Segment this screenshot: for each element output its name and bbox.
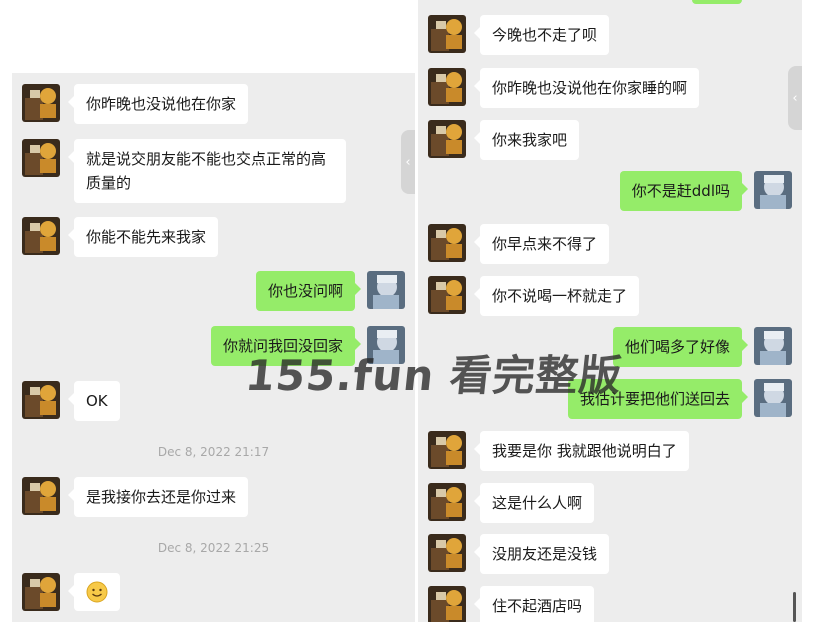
outgoing-message-bubble[interactable]: 他们喝多了好像 — [612, 327, 749, 367]
message-row: 你昨晚也没说他在你家 — [22, 84, 249, 124]
outgoing-message-bubble[interactable]: 你不是赶ddl吗 — [619, 171, 749, 211]
message-row: 就是说交朋友能不能也交点正常的高质量的 — [22, 139, 346, 203]
incoming-emoji-bubble[interactable] — [68, 573, 120, 611]
my-avatar[interactable] — [754, 379, 792, 417]
timestamp: Dec 8, 2022 21:17 — [157, 445, 270, 459]
contact-avatar[interactable] — [428, 586, 466, 622]
chevron-left-icon: ‹ — [405, 154, 411, 170]
incoming-message-bubble[interactable]: 你来我家吧 — [473, 120, 580, 160]
contact-avatar[interactable] — [428, 120, 466, 158]
contact-avatar[interactable] — [428, 224, 466, 262]
message-row: 没朋友还是没钱 — [428, 534, 610, 574]
my-avatar[interactable] — [367, 271, 405, 309]
contact-avatar[interactable] — [22, 217, 60, 255]
message-row: 你早点来不得了 — [428, 224, 610, 264]
incoming-message-bubble[interactable]: 这是什么人啊 — [473, 483, 595, 523]
incoming-message-bubble[interactable]: 你不说喝一杯就走了 — [473, 276, 640, 316]
message-row: 你来我家吧 — [428, 120, 580, 160]
message-row: OK — [22, 381, 120, 421]
incoming-message-bubble[interactable]: 你昨晚也没说他在你家睡的啊 — [473, 68, 700, 108]
message-row: 这是什么人啊 — [428, 483, 595, 523]
contact-avatar[interactable] — [22, 573, 60, 611]
contact-avatar[interactable] — [428, 68, 466, 106]
message-row: 他们喝多了好像 — [612, 327, 792, 367]
contact-avatar[interactable] — [428, 276, 466, 314]
incoming-message-bubble[interactable]: OK — [68, 381, 120, 421]
contact-avatar[interactable] — [428, 15, 466, 53]
incoming-message-bubble[interactable]: 就是说交朋友能不能也交点正常的高质量的 — [68, 139, 346, 203]
message-row — [22, 573, 120, 611]
contact-avatar[interactable] — [22, 139, 60, 177]
collapse-tab[interactable]: ‹ — [401, 130, 415, 194]
message-row: 你也没问啊 — [255, 271, 405, 311]
chevron-left-icon: ‹ — [792, 90, 798, 106]
message-row: 你不说喝一杯就走了 — [428, 276, 640, 316]
smile-emoji-icon — [86, 581, 108, 603]
timestamp: Dec 8, 2022 21:25 — [157, 541, 270, 555]
incoming-message-bubble[interactable]: 你早点来不得了 — [473, 224, 610, 264]
collapse-tab[interactable]: ‹ — [788, 66, 802, 130]
incoming-message-bubble[interactable]: 没朋友还是没钱 — [473, 534, 610, 574]
incoming-message-bubble[interactable]: 住不起酒店吗 — [473, 586, 595, 622]
contact-avatar[interactable] — [428, 431, 466, 469]
contact-avatar[interactable] — [428, 483, 466, 521]
message-row: 今晚也不走了呗 — [428, 15, 610, 55]
incoming-message-bubble[interactable]: 我要是你 我就跟他说明白了 — [474, 431, 689, 471]
outgoing-message-bubble-partial — [692, 0, 742, 4]
right-chat-panel: 今晚也不走了呗 你昨晚也没说他在你家睡的啊 你来我家吧 你不是赶ddl吗 你早点… — [418, 0, 802, 622]
watermark-text: 155.fun 看完整版 — [243, 351, 625, 400]
my-avatar[interactable] — [754, 171, 792, 209]
message-row: 是我接你去还是你过来 — [22, 477, 249, 517]
contact-avatar[interactable] — [428, 534, 466, 572]
incoming-message-bubble[interactable]: 是我接你去还是你过来 — [67, 477, 249, 517]
incoming-message-bubble[interactable]: 你昨晚也没说他在你家 — [67, 84, 249, 124]
incoming-message-bubble[interactable]: 今晚也不走了呗 — [473, 15, 610, 55]
message-row: 你能不能先来我家 — [22, 217, 219, 257]
message-row: 你昨晚也没说他在你家睡的啊 — [428, 68, 700, 108]
contact-avatar[interactable] — [22, 84, 60, 122]
contact-avatar[interactable] — [22, 381, 60, 419]
incoming-message-bubble[interactable]: 你能不能先来我家 — [67, 217, 219, 257]
message-row: 你不是赶ddl吗 — [619, 171, 792, 211]
my-avatar[interactable] — [754, 327, 792, 365]
scrollbar[interactable] — [793, 592, 796, 622]
message-row: 我要是你 我就跟他说明白了 — [428, 431, 689, 471]
outgoing-message-bubble[interactable]: 你也没问啊 — [255, 271, 362, 311]
contact-avatar[interactable] — [22, 477, 60, 515]
message-row: 住不起酒店吗 — [428, 586, 595, 622]
